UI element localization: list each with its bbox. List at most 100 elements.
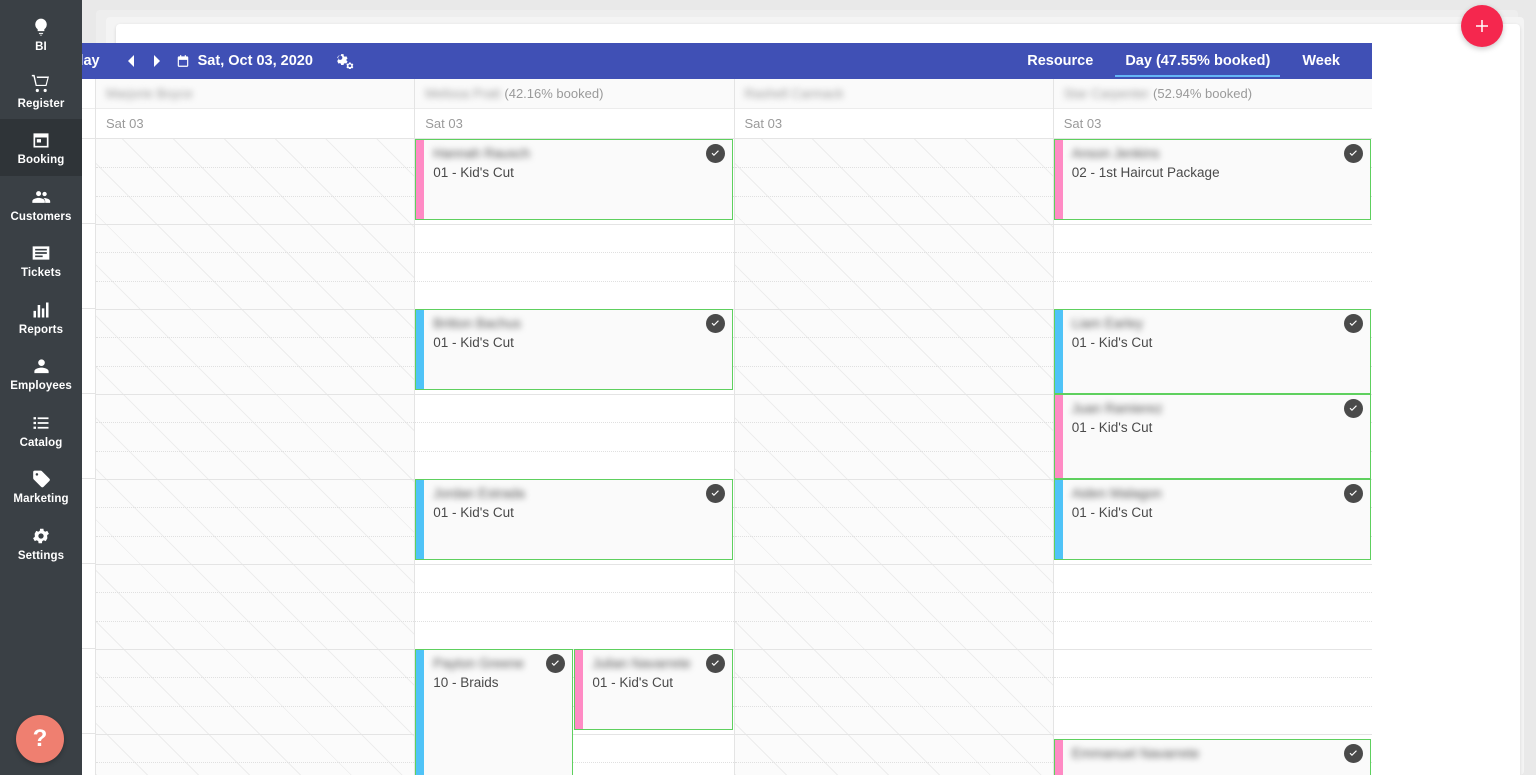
- appointment-body: Hannah Rausch 01 - Kid's Cut: [424, 140, 731, 219]
- appointment-block[interactable]: Liam Earley 01 - Kid's Cut: [1053, 309, 1371, 394]
- resource-name: Melissa Pratt: [425, 86, 501, 101]
- resource-column: Star Carpenter (52.94% booked) Sat 03 Anson…: [1053, 79, 1372, 775]
- tag-icon: [31, 469, 52, 489]
- calendar-toolbar: Today Sat, Oct 03, 2020: [32, 43, 1372, 79]
- help-button[interactable]: ?: [16, 715, 64, 763]
- appointment-block[interactable]: Emmanuel Navarrete: [1053, 739, 1371, 775]
- appointment-color-bar: [1054, 140, 1063, 219]
- appointment-customer-name: Jordan Estrada: [433, 486, 525, 501]
- cart-icon: [30, 74, 52, 94]
- appointment-block[interactable]: Payton Greene 10 - Braids: [415, 649, 574, 775]
- day-header[interactable]: Sat 03: [1053, 109, 1372, 139]
- appointment-confirmed-icon[interactable]: [1344, 314, 1363, 333]
- appointment-block[interactable]: Britton Bachus 01 - Kid's Cut: [415, 309, 733, 390]
- appointment-block[interactable]: Aiden Malagon 01 - Kid's Cut: [1053, 479, 1371, 560]
- appointment-confirmed-icon[interactable]: [1344, 399, 1363, 418]
- appointment-body: Payton Greene 10 - Braids: [424, 650, 572, 775]
- appointment-confirmed-icon[interactable]: [705, 654, 725, 673]
- appointment-customer-name: Payton Greene: [433, 656, 525, 671]
- view-tab-week[interactable]: Week: [1286, 43, 1356, 79]
- appointment-color-bar: [1054, 395, 1063, 478]
- sidebar-item-marketing[interactable]: Marketing: [0, 458, 82, 515]
- sidebar-item-label: Customers: [10, 210, 72, 223]
- appointment-body: Aiden Malagon 01 - Kid's Cut: [1063, 480, 1370, 559]
- day-header[interactable]: Sat 03: [96, 109, 415, 139]
- gears-icon: [337, 53, 354, 69]
- ticket-icon: [31, 243, 51, 263]
- appointment-color-bar: [416, 650, 425, 775]
- appointment-block[interactable]: Hannah Rausch 01 - Kid's Cut: [415, 139, 733, 220]
- appointment-customer-name: Britton Bachus: [433, 316, 522, 331]
- appointment-service: 01 - Kid's Cut: [433, 335, 514, 350]
- unavailable-background: [96, 139, 415, 775]
- appointment-customer-name: Liam Earley: [1071, 316, 1144, 331]
- calendar-settings-button[interactable]: [323, 43, 368, 79]
- sidebar-item-customers[interactable]: Customers: [0, 176, 82, 233]
- resource-header[interactable]: Star Carpenter (52.94% booked): [1053, 79, 1372, 109]
- resource-slots-area[interactable]: [96, 139, 415, 775]
- sidebar-item-label: Employees: [10, 380, 72, 392]
- sidebar-item-bi[interactable]: BI: [0, 6, 82, 63]
- chevron-right-icon: [153, 55, 160, 67]
- appointment-body: Emmanuel Navarrete: [1063, 740, 1370, 775]
- appointment-customer-name: Hannah Rausch: [433, 146, 531, 161]
- sidebar-item-catalog[interactable]: Catalog: [0, 402, 82, 459]
- view-tab-day[interactable]: Day (47.55% booked): [1109, 43, 1286, 79]
- sidebar-item-label: Booking: [17, 154, 65, 166]
- resource-slots-area[interactable]: Hannah Rausch 01 - Kid's Cut Britton Bachu…: [415, 139, 734, 775]
- resource-column: Melissa Pratt (42.16% booked) Sat 03 Hannah…: [415, 79, 735, 775]
- current-date[interactable]: Sat, Oct 03, 2020: [170, 53, 323, 69]
- appointment-block[interactable]: Anson Jenkins 02 - 1st Haircut Package: [1053, 139, 1371, 220]
- calendar-icon: [177, 55, 188, 67]
- resource-header[interactable]: Rashell Carmack: [734, 79, 1053, 109]
- appointment-block[interactable]: Juan Ramierez 01 - Kid's Cut: [1053, 394, 1371, 479]
- resource-slots-area[interactable]: [734, 139, 1053, 775]
- resource-column: Marjorie Boyce Sat 03: [96, 79, 416, 775]
- appointment-service: 01 - Kid's Cut: [1071, 335, 1153, 350]
- appointment-customer-name: Julian Navarrete: [592, 656, 691, 671]
- sidebar-item-register[interactable]: Register: [0, 63, 82, 120]
- app-root: BI Register Booking Customers Tickets Reports…: [0, 0, 1536, 775]
- bar-chart-icon: [31, 300, 51, 320]
- prev-day-button[interactable]: [118, 43, 144, 79]
- appointment-customer-name: Juan Ramierez: [1071, 401, 1163, 416]
- appointment-service: 01 - Kid's Cut: [1071, 420, 1153, 435]
- add-appointment-button[interactable]: [1461, 5, 1503, 47]
- sidebar-item-tickets[interactable]: Tickets: [0, 232, 82, 289]
- appointment-confirmed-icon[interactable]: [705, 144, 725, 163]
- lightbulb-icon: [31, 17, 51, 37]
- appointment-confirmed-icon[interactable]: [1344, 744, 1363, 764]
- appointment-confirmed-icon[interactable]: [1344, 144, 1363, 163]
- appointment-body: Jordan Estrada 01 - Kid's Cut: [424, 480, 731, 559]
- people-icon: [30, 187, 53, 207]
- sidebar-item-employees[interactable]: Employees: [0, 345, 82, 402]
- appointment-confirmed-icon[interactable]: [705, 484, 725, 503]
- appointment-confirmed-icon[interactable]: [1344, 484, 1363, 503]
- appointment-block[interactable]: Julian Navarrete 01 - Kid's Cut: [574, 649, 733, 730]
- appointment-body: Anson Jenkins 02 - 1st Haircut Package: [1063, 140, 1370, 219]
- resource-column: Rashell Carmack Sat 03: [734, 79, 1054, 775]
- view-tab-resource[interactable]: Resource: [1011, 43, 1109, 79]
- resource-header[interactable]: Melissa Pratt (42.16% booked): [415, 79, 734, 109]
- appointment-service: 01 - Kid's Cut: [433, 165, 514, 180]
- appointment-service: 01 - Kid's Cut: [433, 505, 514, 520]
- sidebar-item-settings[interactable]: Settings: [0, 515, 82, 572]
- resource-header[interactable]: Marjorie Boyce: [96, 79, 415, 109]
- sidebar-item-label: Reports: [18, 323, 64, 336]
- sidebar-item-reports[interactable]: Reports: [0, 289, 82, 346]
- calendar-grid: 09:00 AM09:15 AM09:30 AM09:45 AM10:00 AM…: [32, 79, 1372, 775]
- appointment-color-bar: [416, 310, 425, 389]
- resource-slots-area[interactable]: Anson Jenkins 02 - 1st Haircut Package Lia…: [1053, 139, 1372, 775]
- appointment-color-bar: [416, 140, 425, 219]
- appointment-body: Britton Bachus 01 - Kid's Cut: [424, 310, 731, 389]
- day-header[interactable]: Sat 03: [734, 109, 1053, 139]
- appointment-block[interactable]: Jordan Estrada 01 - Kid's Cut: [415, 479, 733, 560]
- next-day-button[interactable]: [144, 43, 170, 79]
- sidebar-item-label: Marketing: [13, 493, 69, 505]
- appointment-confirmed-icon[interactable]: [705, 314, 725, 333]
- person-icon: [32, 356, 51, 376]
- appointment-color-bar: [416, 480, 425, 559]
- day-header[interactable]: Sat 03: [415, 109, 734, 139]
- appointment-customer-name: Aiden Malagon: [1071, 486, 1162, 501]
- sidebar-item-booking[interactable]: Booking: [0, 119, 82, 176]
